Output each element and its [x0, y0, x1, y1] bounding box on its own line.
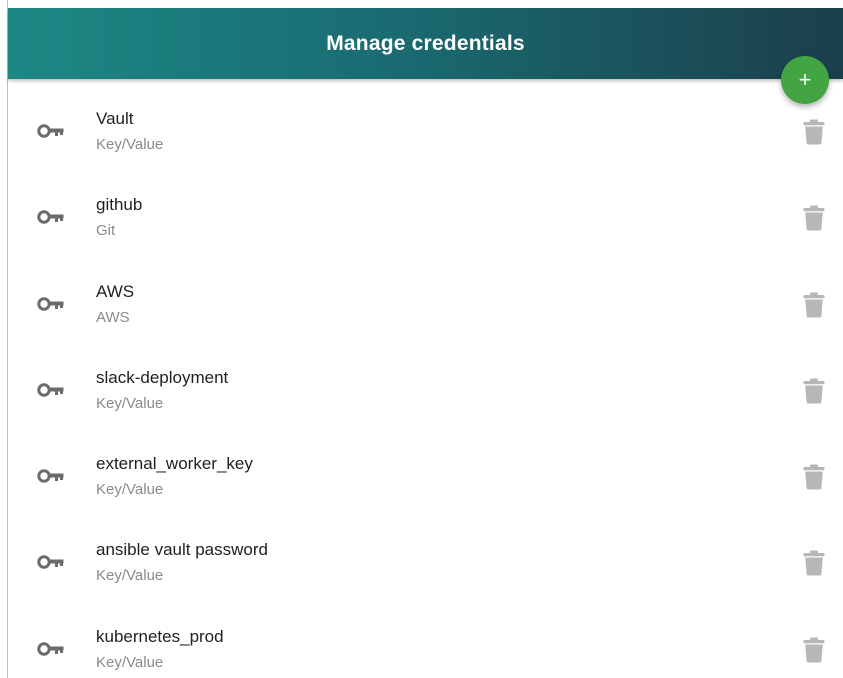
credential-type: Key/Value — [96, 481, 164, 499]
credential-type: Key/Value — [96, 567, 164, 585]
trash-icon[interactable] — [803, 119, 825, 145]
credential-row-4[interactable]: external_worker_key Key/Value — [9, 424, 843, 510]
key-icon — [37, 642, 64, 656]
credential-row-5[interactable]: ansible vault password Key/Value — [9, 510, 843, 596]
credential-row-6[interactable]: kubernetes_prod Key/Value — [9, 597, 843, 678]
page-title: Manage credentials — [326, 31, 525, 55]
credential-row-1[interactable]: github Git — [9, 165, 843, 251]
credential-type: AWS — [96, 308, 130, 326]
key-icon — [37, 383, 64, 397]
key-icon — [37, 296, 64, 311]
credential-type: Key/Value — [96, 394, 164, 412]
left-edge — [0, 0, 8, 678]
trash-icon[interactable] — [803, 637, 825, 663]
trash-icon[interactable] — [803, 292, 825, 318]
trash-icon[interactable] — [803, 464, 825, 490]
credential-text: ansible vault password Key/Value — [96, 540, 268, 585]
key-icon — [37, 555, 64, 570]
credential-type: Git — [96, 222, 116, 240]
credential-text: github Git — [96, 195, 142, 240]
credential-name: kubernetes_prod — [96, 626, 224, 646]
key-icon — [37, 469, 64, 483]
trash-icon[interactable] — [803, 378, 825, 404]
key-icon — [37, 210, 64, 224]
credential-name: slack-deployment — [96, 367, 229, 387]
credentials-list: Vault Key/Value github Git AWS AWS slack… — [9, 79, 843, 678]
trash-icon[interactable] — [803, 205, 825, 231]
credential-row-0[interactable]: Vault Key/Value — [9, 79, 843, 165]
credential-row-2[interactable]: AWS AWS — [9, 252, 843, 338]
credential-type: Key/Value — [96, 136, 164, 153]
trash-icon[interactable] — [803, 550, 825, 576]
credential-type: Key/Value — [96, 653, 164, 671]
credential-text: external_worker_key Key/Value — [96, 454, 253, 499]
credential-name: ansible vault password — [96, 540, 268, 560]
credential-name: external_worker_key — [96, 454, 253, 474]
credential-text: AWS AWS — [96, 282, 134, 327]
credential-text: kubernetes_prod Key/Value — [96, 627, 224, 672]
manage-credentials-screen: Manage credentials + Vault Key/Value git… — [0, 0, 843, 678]
credential-text: Vault Key/Value — [96, 109, 163, 154]
credential-name: AWS — [96, 281, 135, 301]
header-bar: Manage credentials — [8, 8, 843, 79]
credential-name: github — [96, 195, 143, 215]
credential-name: Vault — [96, 109, 134, 128]
credential-row-3[interactable]: slack-deployment Key/Value — [9, 338, 843, 424]
key-icon — [37, 124, 64, 138]
credential-text: slack-deployment Key/Value — [96, 368, 228, 413]
